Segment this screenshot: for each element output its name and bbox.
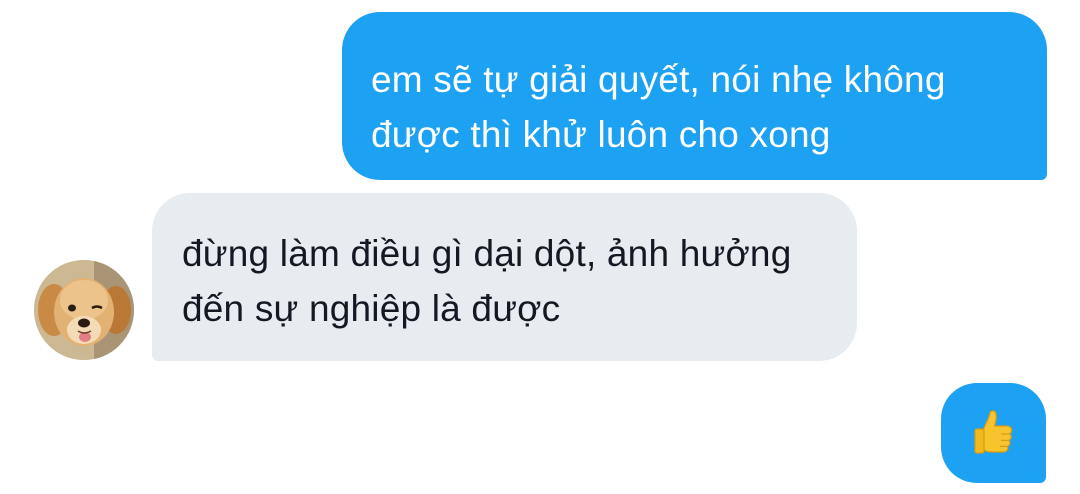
message-text-line: em sẽ tự giải quyết, nói nhẹ không	[371, 59, 946, 100]
message-text-line: được thì khử luôn cho xong	[371, 114, 831, 155]
thumbs-up-icon	[973, 410, 1012, 454]
message-text-line: đừng làm điều gì dại dột, ảnh hưởng	[182, 233, 792, 274]
chat-thread: em sẽ tự giải quyết, nói nhẹ không được …	[0, 0, 1080, 494]
outgoing-message-bubble[interactable]: em sẽ tự giải quyết, nói nhẹ không được …	[342, 12, 1047, 180]
message-text-line: đến sự nghiệp là được	[182, 288, 561, 329]
thumbs-up-message-bubble[interactable]	[941, 383, 1046, 483]
puppy-avatar-icon	[34, 260, 134, 360]
incoming-message-bubble[interactable]: đừng làm điều gì dại dột, ảnh hưởng đến …	[152, 193, 857, 361]
contact-avatar[interactable]	[34, 260, 134, 360]
